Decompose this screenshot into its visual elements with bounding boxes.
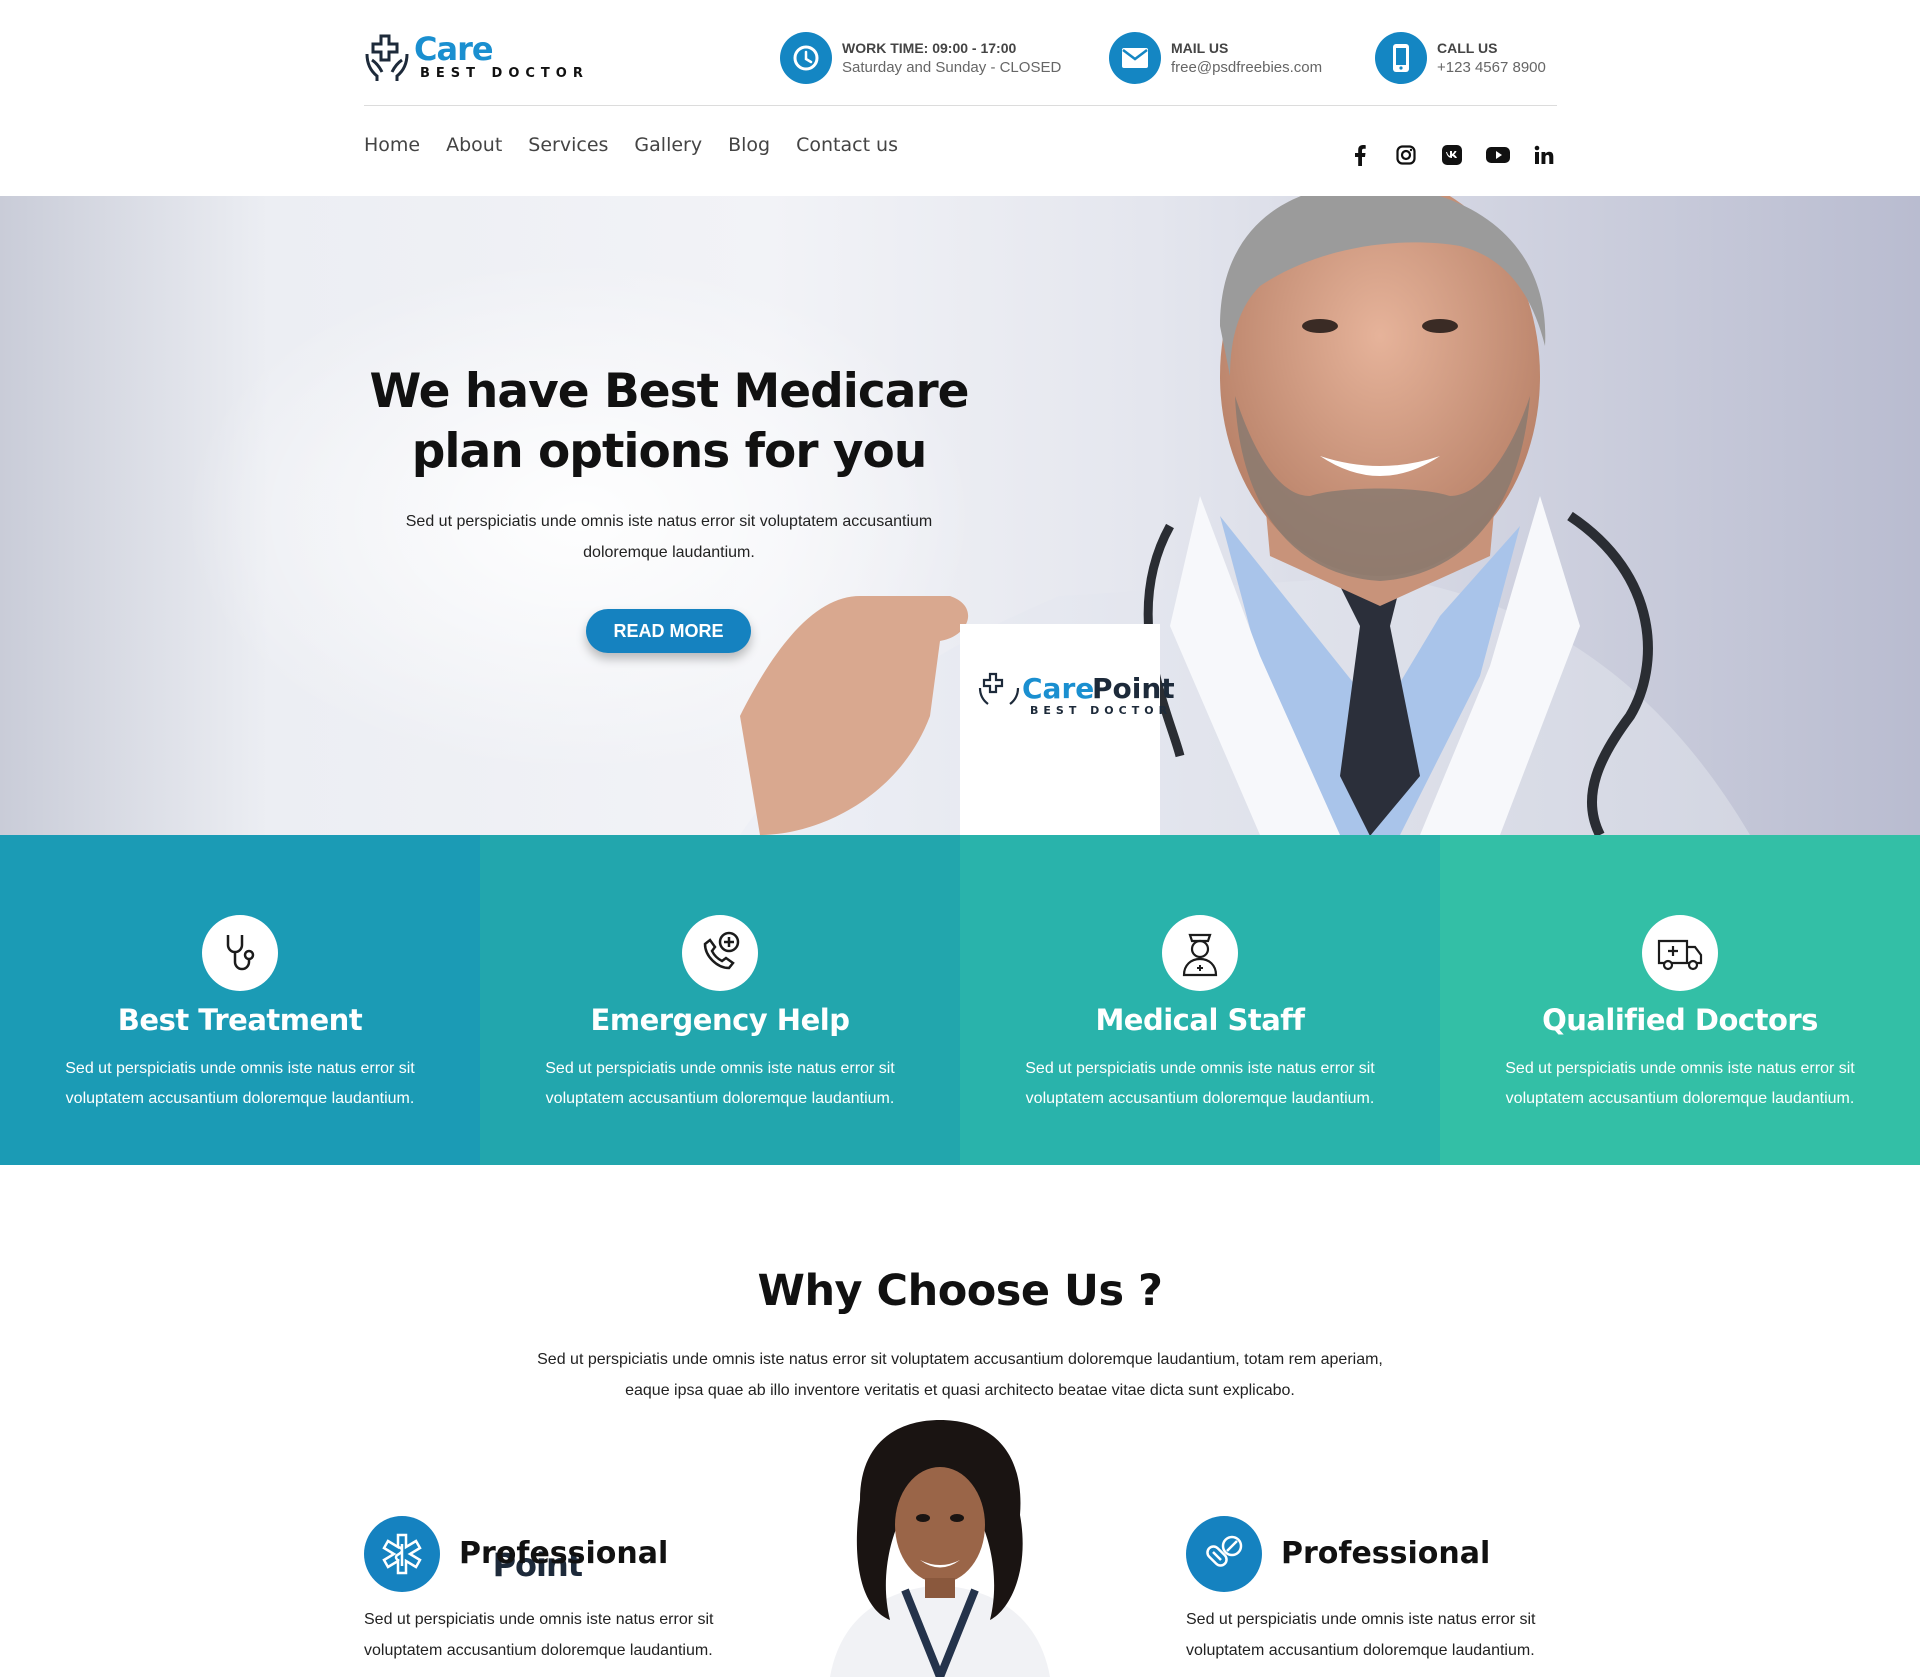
card-logo-point: Point <box>1092 672 1175 705</box>
logo[interactable]: Care Point BEST DOCTOR <box>364 30 589 1582</box>
work-time-value: Saturday and Sunday - CLOSED <box>842 59 1062 76</box>
feature-title: Best Treatment <box>117 1003 363 1037</box>
clock-icon <box>780 32 832 84</box>
features-strip: Best Treatment Sed ut perspiciatis unde … <box>0 835 1920 1165</box>
instagram-icon[interactable] <box>1393 142 1419 168</box>
work-time-label: WORK TIME: 09:00 - 17:00 <box>842 40 1017 56</box>
stethoscope-icon <box>202 915 278 991</box>
call-label: CALL US <box>1437 40 1498 56</box>
why-choose-us-title: Why Choose Us ? <box>757 1266 1163 1316</box>
work-time-info: WORK TIME: 09:00 - 17:00 Saturday and Su… <box>780 32 1061 84</box>
hero-title: We have Best Medicare plan options for y… <box>369 364 970 479</box>
nav-services[interactable]: Services <box>528 134 608 156</box>
ambulance-icon <box>1642 915 1718 991</box>
mail-info[interactable]: MAIL US free@psdfreebies.com <box>1109 32 1322 84</box>
feature-emergency-help[interactable]: Emergency Help Sed ut perspiciatis unde … <box>480 835 960 1165</box>
feature-title: Qualified Doctors <box>1542 1003 1818 1037</box>
call-info[interactable]: CALL US +123 4567 8900 <box>1375 32 1546 84</box>
feature-text: Sed ut perspiciatis unde omnis iste natu… <box>65 1060 415 1107</box>
female-doctor-photo <box>830 1420 1050 1677</box>
mail-value[interactable]: free@psdfreebies.com <box>1171 58 1322 78</box>
why-point-text: Sed ut perspiciatis unde omnis iste natu… <box>1186 1611 1536 1659</box>
hero-banner: Care Point BEST DOCTOR We have Best Medi… <box>0 196 1920 835</box>
logo-tagline: BEST DOCTOR <box>420 66 589 81</box>
phone-medical-icon <box>682 915 758 991</box>
facebook-icon[interactable] <box>1347 142 1373 168</box>
nurse-icon <box>1162 915 1238 991</box>
linkedin-icon[interactable] <box>1531 142 1557 168</box>
why-choose-us-text: Sed ut perspiciatis unde omnis iste natu… <box>537 1351 1383 1399</box>
social-links <box>1347 142 1557 168</box>
phone-icon <box>1375 32 1427 84</box>
nav-gallery[interactable]: Gallery <box>634 134 702 156</box>
nav-contact[interactable]: Contact us <box>796 134 898 156</box>
youtube-icon[interactable] <box>1485 142 1511 168</box>
logo-hands-cross-icon <box>365 34 409 81</box>
nav-blog[interactable]: Blog <box>728 134 770 156</box>
star-of-life-icon <box>364 1516 440 1592</box>
feature-qualified-doctors[interactable]: Qualified Doctors Sed ut perspiciatis un… <box>1440 835 1920 1165</box>
feature-text: Sed ut perspiciatis unde omnis iste natu… <box>1025 1060 1375 1107</box>
feature-text: Sed ut perspiciatis unde omnis iste natu… <box>1505 1060 1855 1107</box>
feature-title: Emergency Help <box>590 1003 850 1037</box>
pills-icon <box>1186 1516 1262 1592</box>
why-point-title: Professional <box>1281 1536 1491 1571</box>
feature-text: Sed ut perspiciatis unde omnis iste natu… <box>545 1060 895 1107</box>
card-logo-care: Care <box>1022 672 1094 705</box>
call-value[interactable]: +123 4567 8900 <box>1437 58 1546 78</box>
why-point-text: Sed ut perspiciatis unde omnis iste natu… <box>364 1611 714 1659</box>
mail-label: MAIL US <box>1171 40 1229 56</box>
feature-title: Medical Staff <box>1095 1003 1305 1037</box>
envelope-icon <box>1109 32 1161 84</box>
logo-care-text: Care <box>414 30 494 68</box>
top-header: Care Point BEST DOCTOR WORK TIME: 09:00 -… <box>364 0 1557 1582</box>
hero-text: Sed ut perspiciatis unde omnis iste natu… <box>405 513 933 561</box>
main-nav: Home About Services Gallery Blog Contact… <box>364 134 924 156</box>
nav-home[interactable]: Home <box>364 134 420 156</box>
feature-best-treatment[interactable]: Best Treatment Sed ut perspiciatis unde … <box>0 835 480 1165</box>
read-more-button[interactable]: READ MORE <box>586 609 751 653</box>
vk-icon[interactable] <box>1439 142 1465 168</box>
why-point-title: Professional <box>459 1536 669 1571</box>
card-logo-tagline: BEST DOCTOR <box>1030 704 1172 717</box>
nav-about[interactable]: About <box>446 134 502 156</box>
feature-medical-staff[interactable]: Medical Staff Sed ut perspiciatis unde o… <box>960 835 1440 1165</box>
